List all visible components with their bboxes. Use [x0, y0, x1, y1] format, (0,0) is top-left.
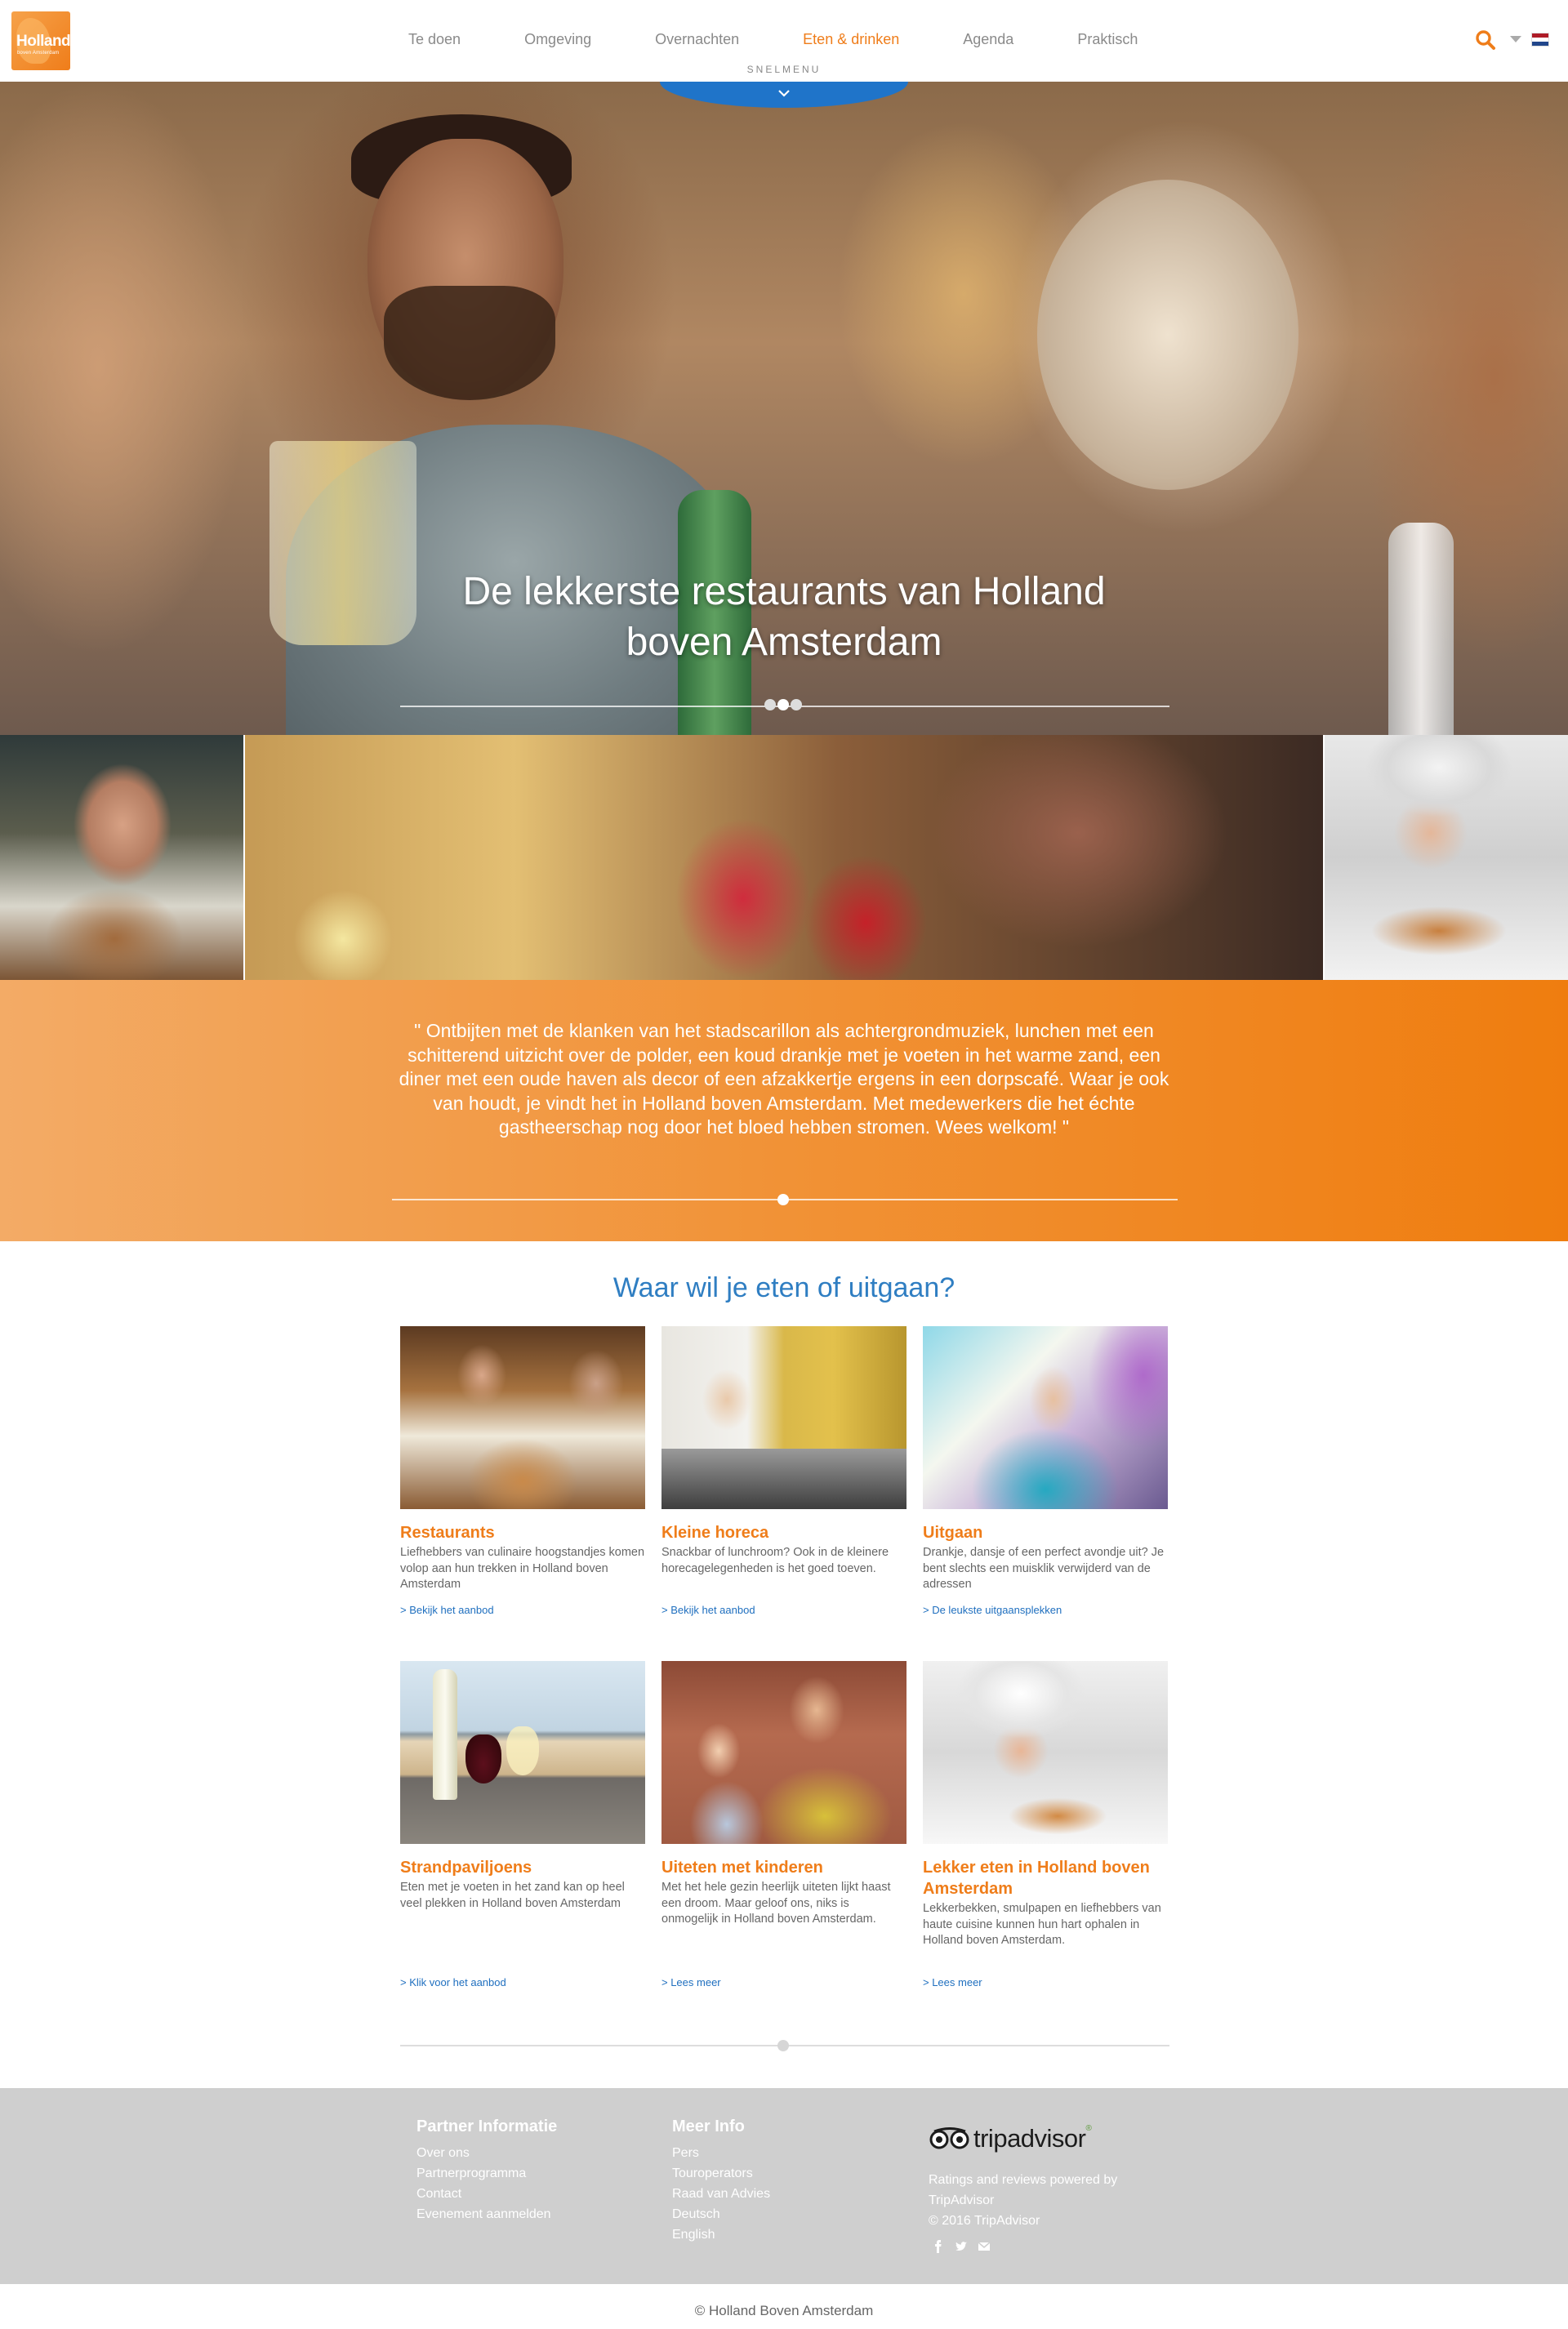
tripadvisor-info: Ratings and reviews powered by TripAdvis… — [929, 2170, 1117, 2231]
card-title[interactable]: Kleine horeca — [662, 1522, 906, 1543]
tripadvisor-line: © 2016 TripAdvisor — [929, 2214, 1040, 2228]
logo-text: Holland — [16, 33, 70, 50]
facebook-icon[interactable] — [932, 2240, 945, 2253]
section-divider-dot — [777, 2040, 789, 2051]
card-text: Liefhebbers van culinaire hoogstandjes k… — [400, 1546, 645, 1591]
card-title[interactable]: Lekker eten in Holland boven Amsterdam — [923, 1857, 1168, 1899]
main-nav: Te doen Omgeving Overnachten Eten & drin… — [408, 31, 1201, 48]
photo-glass — [506, 1726, 539, 1775]
photo-bottle — [433, 1669, 457, 1800]
hero-title-line: boven Amsterdam — [626, 621, 942, 664]
card-image[interactable] — [923, 1661, 1168, 1844]
photo-counter — [662, 1449, 906, 1509]
slider-dots — [764, 699, 802, 710]
nav-item-agenda[interactable]: Agenda — [963, 31, 1013, 48]
card-link[interactable]: > De leukste uitgaansplekken — [923, 1604, 1062, 1616]
card-kleine-horeca[interactable]: Kleine horeca Snackbar of lunchroom? Ook… — [662, 1326, 906, 1577]
footer-link[interactable]: Pers — [672, 2143, 770, 2163]
footer-link[interactable]: Raad van Advies — [672, 2184, 770, 2204]
footer-col-meer-info: Meer Info Pers Touroperators Raad van Ad… — [672, 2117, 770, 2245]
search-icon[interactable] — [1475, 29, 1496, 51]
tripadvisor-line: TripAdvisor — [929, 2193, 995, 2207]
twitter-icon[interactable] — [955, 2240, 968, 2253]
hero-photo-person — [384, 286, 555, 400]
registered-mark: ® — [1085, 2124, 1092, 2133]
mail-icon[interactable] — [978, 2240, 991, 2253]
photo-cocktails — [245, 735, 1323, 980]
footer-link[interactable]: English — [672, 2224, 770, 2245]
social-links — [932, 2240, 991, 2253]
tripadvisor-line: Ratings and reviews powered by — [929, 2173, 1118, 2187]
chevron-down-icon[interactable] — [777, 87, 791, 100]
nav-item-overnachten[interactable]: Overnachten — [655, 31, 739, 48]
nav-item-praktisch[interactable]: Praktisch — [1077, 31, 1138, 48]
snelmenu-label[interactable]: SNELMENU — [0, 64, 1568, 75]
photo-glass — [466, 1735, 501, 1783]
card-strandpaviljoens[interactable]: Strandpaviljoens Eten met je voeten in h… — [400, 1661, 645, 1912]
intro-quote: " Ontbijten met de klanken van het stads… — [399, 1020, 1169, 1138]
footer-link[interactable]: Contact — [416, 2184, 557, 2204]
nav-item-omgeving[interactable]: Omgeving — [524, 31, 591, 48]
copyright: © Holland Boven Amsterdam — [694, 2303, 874, 2318]
footer-link[interactable]: Touroperators — [672, 2163, 770, 2184]
card-uitgaan[interactable]: Uitgaan Drankje, dansje of een perfect a… — [923, 1326, 1168, 1593]
hero-photo-bottle — [1388, 523, 1454, 735]
quote-band: " Ontbijten met de klanken van het stads… — [0, 980, 1568, 1241]
photo-strip — [0, 735, 1568, 980]
language-chevron-icon[interactable] — [1510, 36, 1521, 42]
card-link[interactable]: > Bekijk het aanbod — [662, 1604, 755, 1616]
card-image[interactable] — [662, 1326, 906, 1509]
tripadvisor-logo[interactable]: tripadvisor® — [929, 2124, 1092, 2153]
card-link[interactable]: > Lees meer — [923, 1976, 982, 1988]
slider-dot[interactable] — [764, 699, 776, 710]
nav-item-eten-drinken[interactable]: Eten & drinken — [803, 31, 899, 48]
card-text: Eten met je voeten in het zand kan op he… — [400, 1881, 625, 1910]
card-title[interactable]: Uiteten met kinderen — [662, 1857, 906, 1878]
card-text: Lekkerbekken, smulpapen en liefhebbers v… — [923, 1902, 1161, 1947]
footer-col-partner: Partner Informatie Over ons Partnerprogr… — [416, 2117, 557, 2224]
card-link[interactable]: > Bekijk het aanbod — [400, 1604, 494, 1616]
logo-subtext: boven Amsterdam — [17, 51, 60, 56]
photo-chef — [1325, 735, 1568, 980]
quote-divider-dot — [777, 1194, 789, 1205]
card-text: Snackbar of lunchroom? Ook in de kleiner… — [662, 1546, 889, 1575]
tripadvisor-wordmark: tripadvisor® — [973, 2124, 1092, 2153]
site-logo[interactable]: Holland boven Amsterdam — [11, 11, 70, 70]
slider-dot-active[interactable] — [777, 699, 789, 710]
card-image[interactable] — [400, 1661, 645, 1844]
footer-link[interactable]: Over ons — [416, 2143, 557, 2163]
hero-title: De lekkerste restaurants van Holland bov… — [376, 567, 1192, 668]
footer-link[interactable]: Partnerprogramma — [416, 2163, 557, 2184]
card-uiteten-met-kinderen[interactable]: Uiteten met kinderen Met het hele gezin … — [662, 1661, 906, 1928]
card-link[interactable]: > Lees meer — [662, 1976, 721, 1988]
card-text: Drankje, dansje of een perfect avondje u… — [923, 1546, 1165, 1591]
card-title[interactable]: Restaurants — [400, 1522, 645, 1543]
hero-banner: De lekkerste restaurants van Holland bov… — [0, 82, 1568, 735]
card-text: Met het hele gezin heerlijk uiteten lijk… — [662, 1881, 891, 1926]
site-footer: Partner Informatie Over ons Partnerprogr… — [0, 2088, 1568, 2284]
footer-link[interactable]: Evenement aanmelden — [416, 2204, 557, 2224]
tripadvisor-brand: tripadvisor — [973, 2124, 1086, 2153]
card-image[interactable] — [923, 1326, 1168, 1509]
card-title[interactable]: Uitgaan — [923, 1522, 1168, 1543]
card-link[interactable]: > Klik voor het aanbod — [400, 1976, 506, 1988]
nav-item-te-doen[interactable]: Te doen — [408, 31, 461, 48]
card-image[interactable] — [662, 1661, 906, 1844]
slider-dot[interactable] — [791, 699, 802, 710]
section-title: Waar wil je eten of uitgaan? — [612, 1272, 956, 1303]
footer-link[interactable]: Deutsch — [672, 2204, 770, 2224]
hero-title-line: De lekkerste restaurants van Holland — [462, 570, 1106, 613]
hero-photo-person — [1037, 180, 1298, 490]
card-image[interactable] — [400, 1326, 645, 1509]
nl-flag-icon[interactable] — [1531, 33, 1549, 47]
footer-heading: Partner Informatie — [416, 2117, 558, 2135]
tripadvisor-owl-icon — [929, 2127, 969, 2149]
card-restaurants[interactable]: Restaurants Liefhebbers van culinaire ho… — [400, 1326, 645, 1593]
footer-heading: Meer Info — [672, 2117, 745, 2135]
card-title[interactable]: Strandpaviljoens — [400, 1857, 645, 1878]
photo-waitress — [0, 735, 243, 980]
card-lekker-eten[interactable]: Lekker eten in Holland boven Amsterdam L… — [923, 1661, 1168, 1949]
